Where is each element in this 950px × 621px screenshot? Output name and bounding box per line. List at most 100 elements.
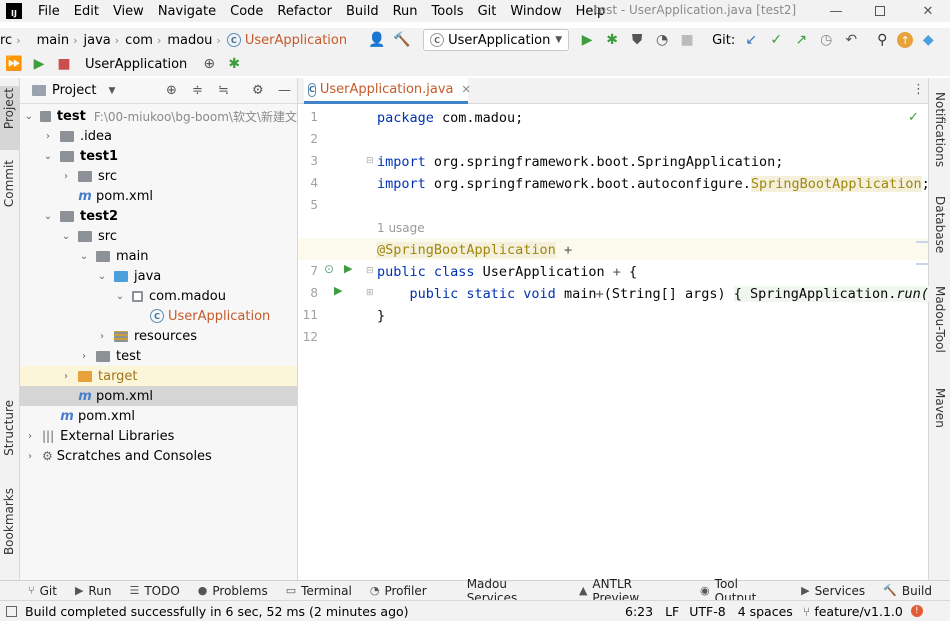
git-update-icon[interactable]: ↙ — [741, 30, 761, 50]
menu-tools[interactable]: Tools — [432, 4, 464, 19]
close-tab-icon[interactable]: ✕ — [462, 83, 471, 96]
tree-node-scratches[interactable]: › ⚙ Scratches and Consoles — [20, 446, 297, 466]
status-message[interactable]: Build completed successfully in 6 sec, 5… — [25, 604, 625, 619]
tree-node-userapplication[interactable]: C UserApplication — [20, 306, 297, 326]
menu-code[interactable]: Code — [230, 4, 263, 19]
notification-badge-icon[interactable]: ! — [910, 605, 923, 617]
tree-node-test2-src[interactable]: ⌄ src — [20, 226, 297, 246]
tool-problems[interactable]: ● Problems — [198, 584, 268, 598]
breadcrumb-main[interactable]: main — [37, 33, 69, 48]
folded-code[interactable]: { SpringApplication. — [733, 286, 897, 302]
status-panel-icon[interactable] — [6, 605, 17, 617]
hide-panel-icon[interactable]: — — [278, 83, 291, 98]
tree-node-resources[interactable]: › resources — [20, 326, 297, 346]
tree-node-external-libraries[interactable]: › ||| External Libraries — [20, 426, 297, 446]
run-icon[interactable]: ▶ — [577, 30, 597, 50]
commit-tool-tab[interactable]: Commit — [2, 160, 16, 207]
collapse-all-icon[interactable]: ≑ — [192, 83, 203, 98]
menu-refactor[interactable]: Refactor — [277, 4, 332, 19]
editor-tab-userapplication[interactable]: C UserApplication.java ✕ — [304, 78, 471, 104]
git-push-icon[interactable]: ↗ — [791, 30, 811, 50]
caret-position[interactable]: 6:23 — [625, 604, 653, 619]
profile-icon[interactable]: ◔ — [652, 30, 672, 50]
git-branch[interactable]: feature/v1.1.0 — [814, 604, 903, 619]
history-icon[interactable]: ◷ — [816, 30, 836, 50]
tool-profiler[interactable]: ◔ Profiler — [370, 584, 427, 598]
run-gutter-icon[interactable]: ▶ — [334, 284, 342, 297]
more-options-icon[interactable]: ⋮ — [912, 82, 925, 97]
menu-edit[interactable]: Edit — [74, 4, 99, 19]
menu-run[interactable]: Run — [393, 4, 418, 19]
code-line-8[interactable]: public static void main +(String[] args)… — [377, 286, 929, 302]
tool-terminal[interactable]: ▭ Terminal — [286, 584, 352, 598]
run-gutter-icon[interactable]: ▶ — [344, 262, 352, 275]
crosshair-icon[interactable]: ⊕ — [199, 54, 219, 74]
code-line-1[interactable]: package com.madou; — [377, 110, 523, 126]
coverage-icon[interactable]: ⛊ — [627, 30, 647, 50]
tree-node-main[interactable]: ⌄ main — [20, 246, 297, 266]
database-tool-tab[interactable]: Database — [933, 196, 947, 253]
menu-window[interactable]: Window — [510, 4, 561, 19]
tree-node-test1-src[interactable]: › src — [20, 166, 297, 186]
code-line-6[interactable]: @SpringBootApplication + — [377, 242, 572, 258]
user-icon[interactable]: 👤 — [367, 30, 387, 50]
run-all-icon[interactable]: ⏩ — [4, 54, 24, 74]
fold-icon[interactable]: ⊞ — [366, 288, 374, 298]
stop-icon[interactable]: ■ — [54, 54, 74, 74]
tree-node-test[interactable]: ⌄ test F:\00-miukoo\bg-boom\软文\新建文 — [20, 106, 297, 126]
tool-run[interactable]: ▶ Run — [75, 584, 111, 598]
spring-bean-gutter-icon[interactable]: ⊙ — [324, 262, 334, 276]
breadcrumb-com[interactable]: com — [125, 33, 153, 48]
search-icon[interactable]: ⚲ — [872, 30, 892, 50]
debug-icon[interactable]: ✱ — [602, 30, 622, 50]
fold-icon[interactable]: ⊟ — [366, 266, 374, 276]
tree-node-test1-pom[interactable]: m pom.xml — [20, 186, 297, 206]
expand-all-icon[interactable]: ≒ — [218, 83, 229, 98]
tree-node-idea[interactable]: › .idea — [20, 126, 297, 146]
tree-node-target[interactable]: › target — [20, 366, 297, 386]
tree-node-test2-pom[interactable]: m pom.xml — [20, 386, 297, 406]
breadcrumb-madou[interactable]: madou — [167, 33, 212, 48]
stop-icon[interactable]: ■ — [677, 30, 697, 50]
code-line-11[interactable]: } — [377, 308, 385, 324]
git-commit-icon[interactable]: ✓ — [766, 30, 786, 50]
tool-git[interactable]: ⑂ Git — [28, 584, 57, 598]
add-icon[interactable]: + — [556, 242, 572, 258]
tool-services[interactable]: ▶ Services — [801, 584, 865, 598]
minimize-button[interactable]: — — [816, 0, 856, 22]
maven-tool-tab[interactable]: Maven — [933, 388, 947, 428]
add-icon[interactable]: + — [613, 264, 621, 280]
gear-icon[interactable]: ⚙ — [252, 83, 264, 98]
project-panel-title[interactable]: Project — [52, 83, 96, 98]
tool-todo[interactable]: ☰ TODO — [129, 584, 179, 598]
madou-tool-tab[interactable]: Madou-Tool — [933, 286, 947, 353]
tree-node-root-pom[interactable]: m pom.xml — [20, 406, 297, 426]
jetbrains-toolbox-icon[interactable]: ◆ — [918, 30, 938, 50]
menu-git[interactable]: Git — [478, 4, 497, 19]
run-bar-config[interactable]: UserApplication — [85, 57, 187, 72]
close-window-button[interactable]: ✕ — [908, 0, 948, 22]
project-tool-tab[interactable]: Project — [2, 88, 16, 129]
file-encoding[interactable]: UTF-8 — [689, 604, 725, 619]
code-line-4[interactable]: import org.springframework.boot.autoconf… — [377, 176, 930, 192]
add-icon[interactable]: + — [596, 286, 604, 302]
breadcrumb-userapplication[interactable]: UserApplication — [245, 33, 347, 48]
menu-build[interactable]: Build — [346, 4, 379, 19]
menu-file[interactable]: File — [38, 4, 60, 19]
tree-node-com-madou[interactable]: ⌄ com.madou — [20, 286, 297, 306]
bookmarks-tool-tab[interactable]: Bookmarks — [2, 488, 16, 555]
run-configuration-select[interactable]: C UserApplication ▼ — [423, 29, 570, 51]
rollback-icon[interactable]: ↶ — [841, 30, 861, 50]
usages-hint[interactable]: 1 usage — [377, 221, 425, 235]
tree-node-java[interactable]: ⌄ java — [20, 266, 297, 286]
tree-node-test1[interactable]: ⌄ test1 — [20, 146, 297, 166]
indent-setting[interactable]: 4 spaces — [738, 604, 793, 619]
maximize-button[interactable] — [860, 0, 900, 22]
breadcrumb-src[interactable]: rc — [0, 33, 12, 48]
fold-icon[interactable]: ⊟ — [366, 156, 374, 166]
build-hammer-icon[interactable]: 🔨 — [392, 30, 412, 50]
line-separator[interactable]: LF — [665, 604, 679, 619]
code-line-3[interactable]: import org.springframework.boot.SpringAp… — [377, 154, 783, 170]
chevron-down-icon[interactable]: ▼ — [108, 86, 115, 96]
bug-icon[interactable]: ✱ — [224, 54, 244, 74]
